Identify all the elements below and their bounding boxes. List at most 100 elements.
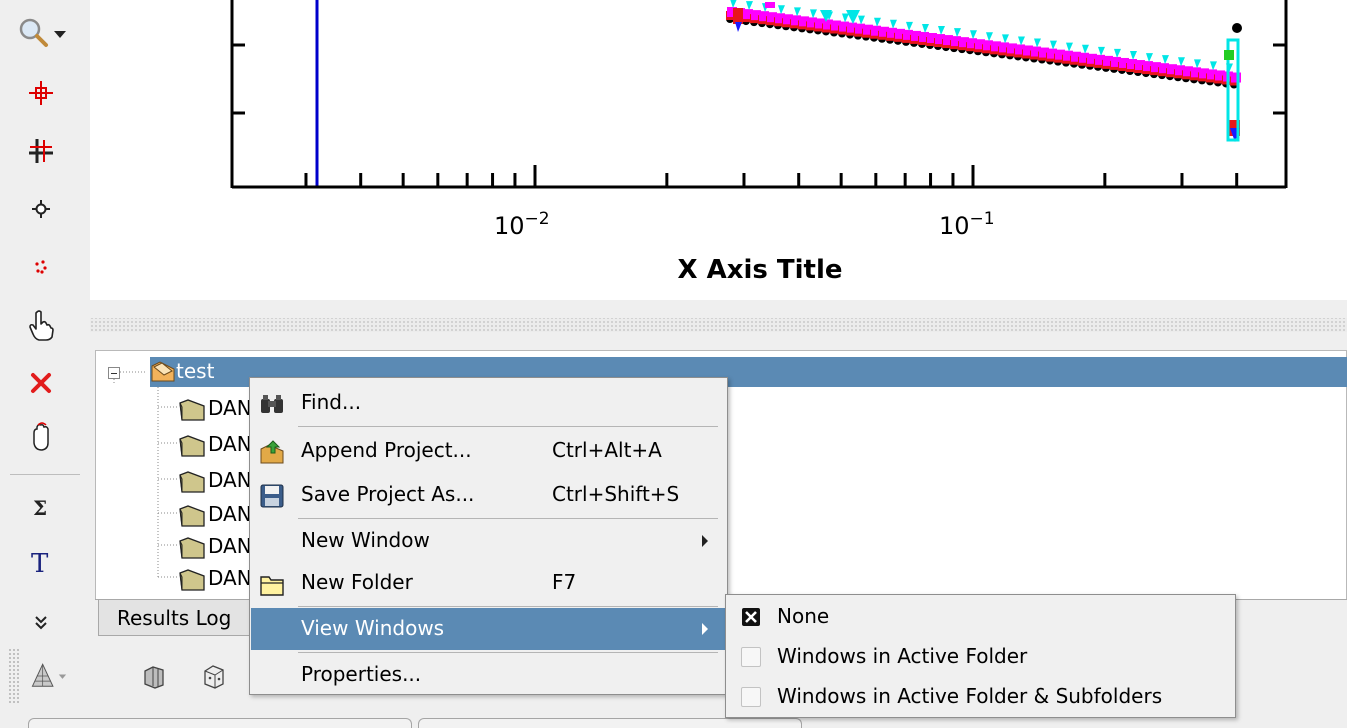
data-point [1194,59,1201,69]
data-point [1224,50,1234,60]
data-range-button[interactable] [10,244,72,290]
checkbox-unchecked-icon [741,647,761,667]
menu-item-append-project[interactable]: Append Project... Ctrl+Alt+A [251,430,726,472]
menu-label-new-window: New Window [301,528,430,552]
tree-folder-label: DAN [208,432,252,456]
binoculars-icon [261,395,283,413]
submenu-label-windows-active-folder: Windows in Active Folder [777,644,1028,668]
menu-shortcut-new-folder: F7 [552,570,577,594]
plot-area[interactable]: 10−2 10−1 X Axis Title [90,0,1347,300]
data-point [874,17,881,27]
sigma-icon: Σ [33,496,47,519]
window-tab-2[interactable] [418,718,802,728]
menu-separator [298,606,718,607]
data-point [842,13,849,23]
3d-bars-icon [144,666,164,689]
double-chevron-down-icon [35,616,47,630]
splitter-margin [90,332,1347,348]
screen-reader-button[interactable] [10,128,72,174]
folder-icon [179,435,205,457]
menu-shortcut-append-project: Ctrl+Alt+A [552,438,662,462]
data-point [906,21,913,31]
data-point [1066,42,1073,52]
menu-label-view-windows: View Windows [301,616,445,640]
collapse-toggle[interactable] [108,367,120,379]
pointer-tool-button[interactable] [10,302,72,348]
3d-bars-button[interactable] [132,654,176,698]
plot-svg: 10−2 10−1 X Axis Title [230,0,1288,285]
data-point [1018,36,1025,46]
menu-separator [298,518,718,519]
data-point [778,5,785,15]
data-point [1130,51,1137,60]
menu-shortcut-save-project-as: Ctrl+Shift+S [552,482,680,506]
data-point [794,7,801,17]
more-tools-button[interactable] [10,604,72,640]
remove-bad-points-button[interactable] [10,360,72,406]
data-point-icon [32,200,50,218]
text-t-icon: T [31,549,49,578]
menu-item-find[interactable]: Find... [251,382,726,424]
data-point [1162,55,1169,65]
move-data-points-button[interactable] [10,414,72,460]
folder-icon [179,537,205,559]
application-window: Σ T 10−2 10−1 X Axis Title test DAN DAN … [0,0,1347,728]
3d-surface-button[interactable] [28,654,72,698]
sum-tool-button[interactable]: Σ [10,484,72,530]
data-reader-button[interactable] [10,70,72,116]
splitter-margin [90,300,1347,318]
x-tick-label-1: 10−2 [494,209,550,240]
submenu-arrow-icon [702,623,708,635]
tree-folder-label: DAN [208,566,252,590]
data-point [938,26,945,36]
folder-icon [179,399,205,421]
data-point [730,0,737,8]
crosshair-icon [29,81,53,105]
menu-item-new-folder[interactable]: New Folder F7 [251,562,726,604]
new-folder-icon [260,576,284,596]
floppy-disk-icon [260,484,284,508]
text-tool-button[interactable]: T [10,540,72,586]
menu-label-find: Find... [301,390,362,414]
screen-reader-icon [29,139,53,163]
tree-root-label: test [176,359,215,383]
folder-icon [179,569,205,591]
menu-item-save-project-as[interactable]: Save Project As... Ctrl+Shift+S [251,474,726,516]
data-marks [726,0,1242,142]
data-point [1178,57,1185,67]
view-windows-submenu: None Windows in Active Folder Windows in… [725,594,1236,718]
menu-separator [298,426,718,427]
submenu-item-windows-active-folder[interactable]: Windows in Active Folder [727,637,1234,677]
tree-folder-label: DAN [208,534,252,558]
toolbar-grip[interactable] [8,648,20,704]
menu-item-properties[interactable]: Properties... [251,654,726,696]
window-tab-1[interactable] [28,718,412,728]
data-point [1210,61,1217,71]
tab-results-log[interactable]: Results Log [98,600,256,636]
3d-scatter-button[interactable] [192,654,236,698]
data-point [810,9,817,19]
submenu-item-windows-active-folder-subfolders[interactable]: Windows in Active Folder & Subfolders [727,677,1234,717]
data-point [1098,46,1105,56]
folder-context-menu: Find... Append Project... Ctrl+Alt+A Sav… [249,377,728,695]
3d-surface-icon [31,663,67,687]
submenu-item-none[interactable]: None [727,597,1234,637]
menu-item-new-window[interactable]: New Window [251,520,726,562]
magnifier-icon [19,18,66,47]
data-point [735,22,742,32]
svg-text:T: T [31,549,49,578]
red-x-icon [31,373,51,393]
data-point [922,23,929,33]
zoom-tool-button[interactable] [10,10,72,56]
dotted-points-icon [35,260,47,274]
data-point [746,1,753,11]
data-point [1146,53,1153,63]
select-data-points-button[interactable] [10,186,72,232]
checkbox-checked-icon [741,607,761,627]
data-point [1034,38,1041,48]
data-point [890,19,897,29]
tree-folder-label: DAN [208,468,252,492]
menu-item-view-windows[interactable]: View Windows [251,608,726,650]
menu-separator [298,652,718,653]
menu-label-properties: Properties... [301,662,422,686]
